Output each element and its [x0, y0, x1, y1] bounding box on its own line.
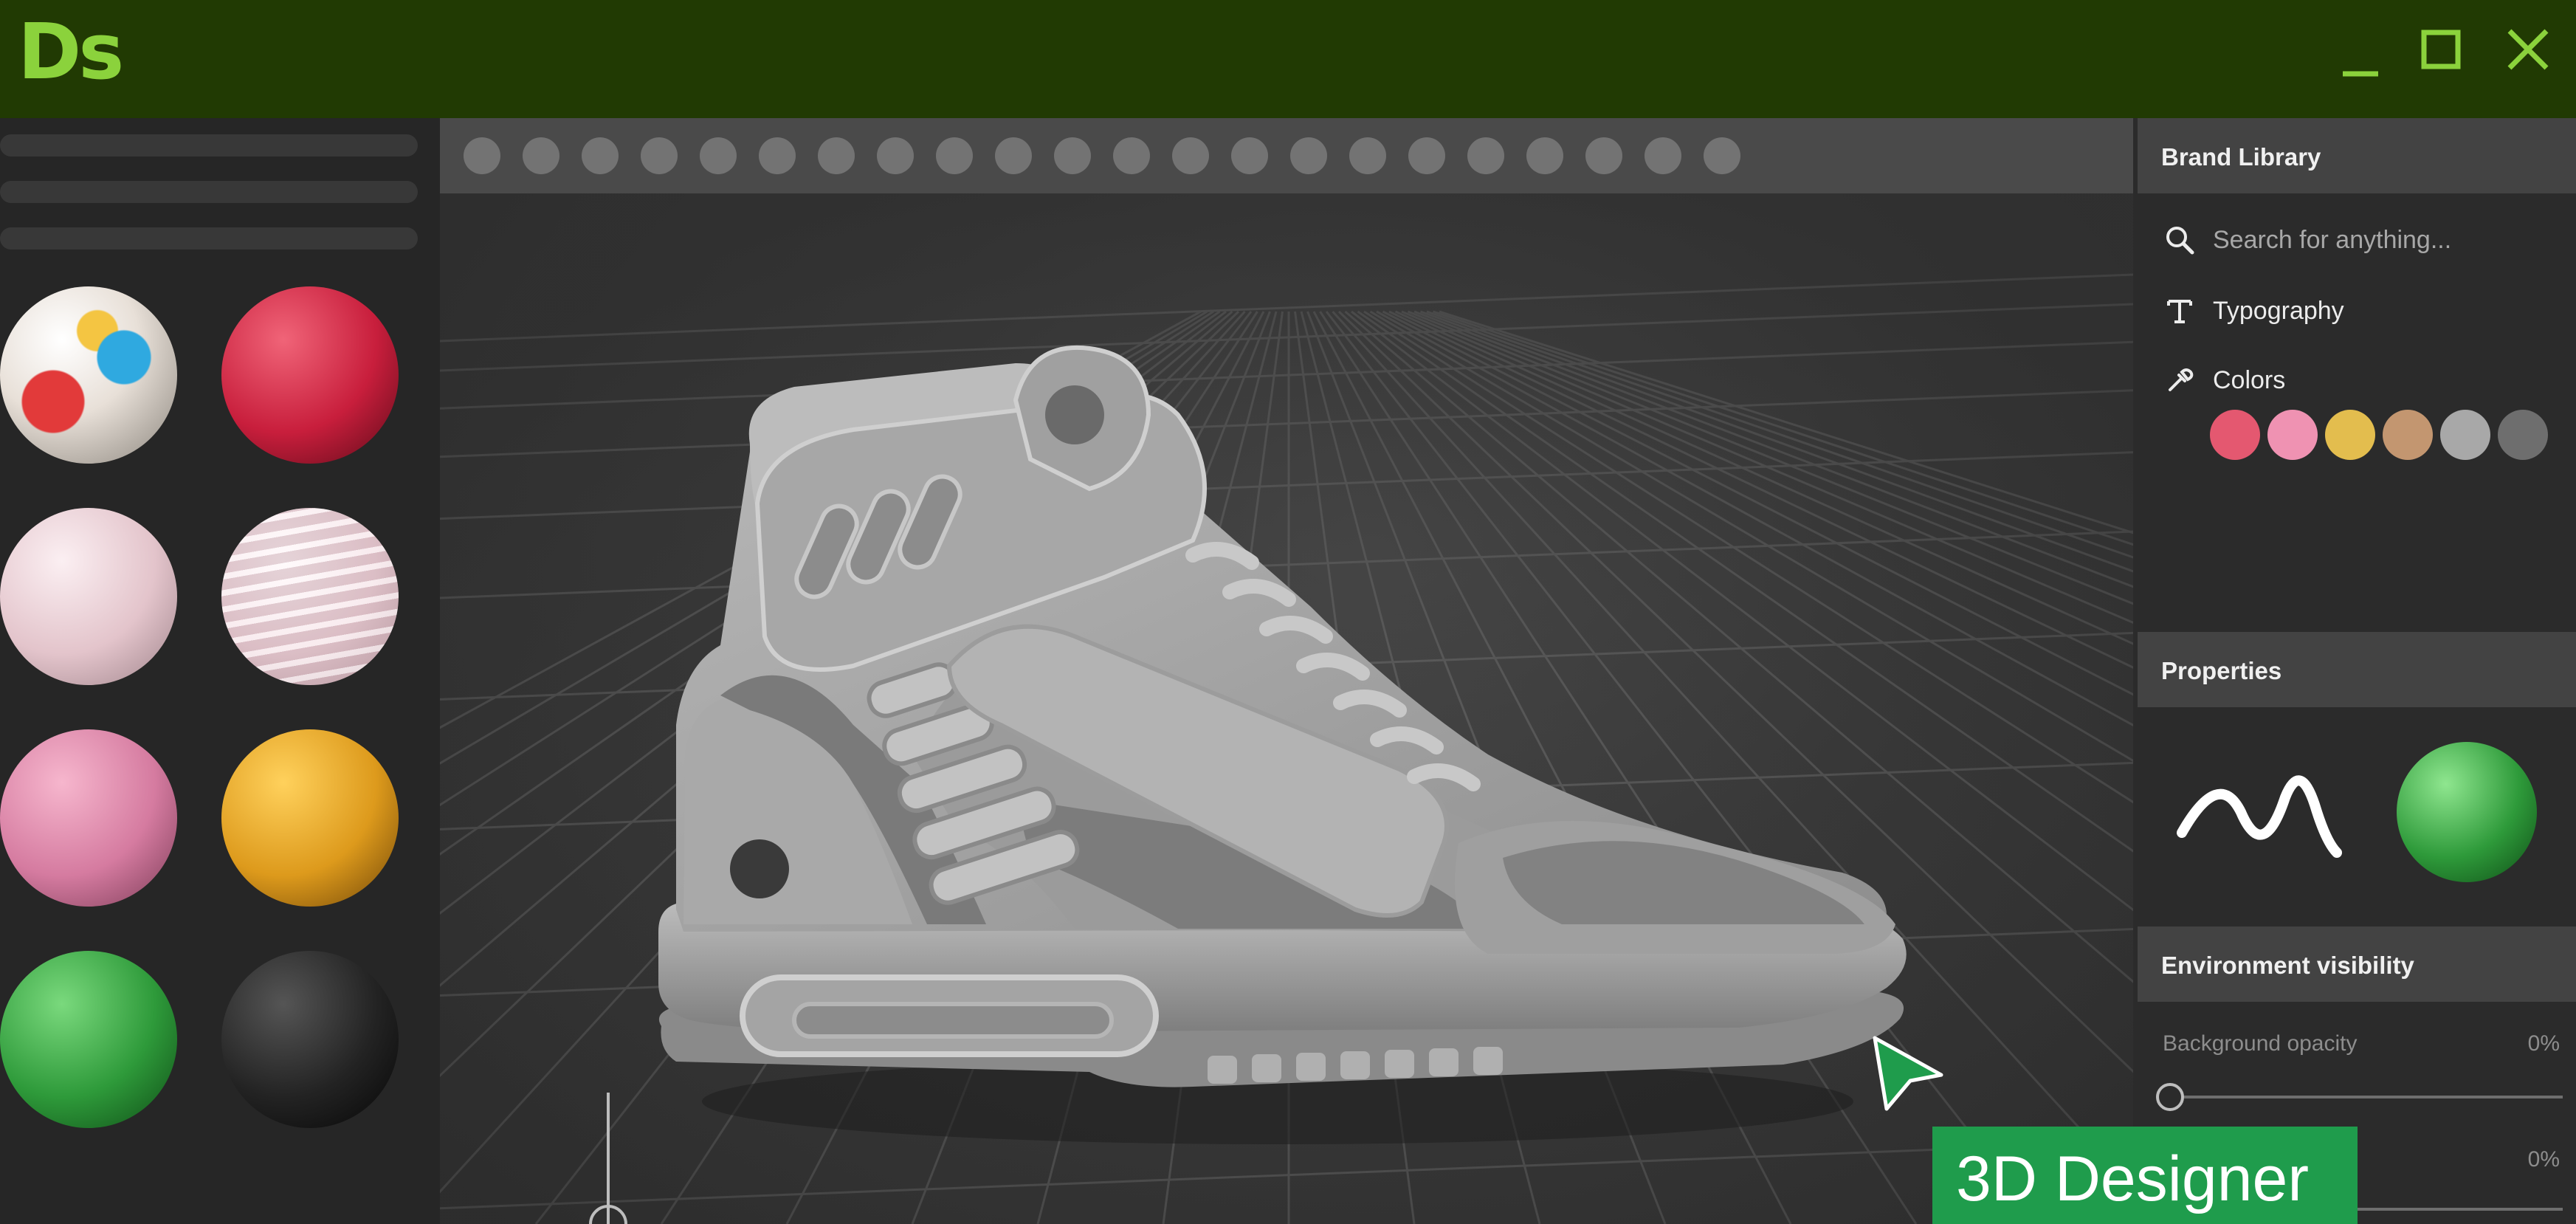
properties-header: Properties — [2138, 632, 2576, 707]
green-material[interactable] — [0, 951, 177, 1128]
close-icon — [2507, 29, 2549, 70]
black-material[interactable] — [221, 951, 399, 1128]
gold-material[interactable] — [221, 729, 399, 907]
paint-splatter-material[interactable] — [0, 286, 177, 464]
title-bar: Ds — [0, 0, 2576, 118]
color-swatch[interactable] — [2383, 410, 2433, 460]
toolbar-dot-button[interactable] — [1467, 137, 1504, 174]
second-opacity-value: 0% — [2527, 1147, 2560, 1172]
search-input[interactable] — [2213, 220, 2560, 260]
curve-preview-icon[interactable] — [2174, 753, 2344, 864]
red-material[interactable] — [221, 286, 399, 464]
toolbar-dot-button[interactable] — [1113, 137, 1150, 174]
color-swatch[interactable] — [2440, 410, 2490, 460]
toolbar-dot-button[interactable] — [1172, 137, 1209, 174]
search-icon — [2166, 227, 2194, 255]
background-opacity-slider[interactable] — [2170, 1096, 2563, 1098]
app-logo: Ds — [18, 7, 124, 97]
toolbar-dot-button[interactable] — [700, 137, 737, 174]
search-row[interactable] — [2133, 214, 2576, 266]
placeholder-bar — [0, 134, 418, 157]
environment-header: Environment visibility — [2138, 926, 2576, 1002]
colors-label: Colors — [2213, 366, 2286, 394]
toolbar-dot-button[interactable] — [1408, 137, 1445, 174]
caption-text: 3D Designer — [1956, 1144, 2309, 1214]
color-swatch[interactable] — [2498, 410, 2548, 460]
pink-material[interactable] — [0, 729, 177, 907]
placeholder-bar — [0, 227, 418, 250]
light-pink-material[interactable] — [0, 508, 177, 685]
colors-item[interactable]: Colors — [2133, 354, 2576, 406]
color-swatch[interactable] — [2210, 410, 2260, 460]
viewport-toolbar — [440, 118, 2133, 193]
toolbar-dot-button[interactable] — [759, 137, 796, 174]
properties-title: Properties — [2161, 657, 2282, 684]
background-opacity-label: Background opacity — [2163, 1031, 2358, 1056]
brand-library-title: Brand Library — [2161, 143, 2321, 171]
toolbar-dot-button[interactable] — [1231, 137, 1268, 174]
toolbar-dot-button[interactable] — [1290, 137, 1327, 174]
maximize-icon — [2421, 30, 2461, 69]
toolbar-dot-button[interactable] — [818, 137, 855, 174]
wavy-pink-material[interactable] — [221, 508, 399, 685]
typography-label: Typography — [2213, 297, 2344, 325]
toolbar-dot-button[interactable] — [1645, 137, 1681, 174]
maximize-button[interactable] — [2414, 22, 2480, 89]
toolbar-dot-button[interactable] — [582, 137, 619, 174]
typography-item[interactable]: Typography — [2133, 285, 2576, 337]
eyedropper-icon — [2169, 368, 2194, 391]
toolbar-dot-button[interactable] — [995, 137, 1032, 174]
pointer-cursor-icon — [1873, 1036, 1943, 1111]
toolbar-dot-button[interactable] — [464, 137, 500, 174]
toolbar-dot-button[interactable] — [1585, 137, 1622, 174]
toolbar-dot-button[interactable] — [1349, 137, 1386, 174]
toolbar-dot-button[interactable] — [523, 137, 559, 174]
background-opacity-value: 0% — [2527, 1031, 2560, 1056]
toolbar-dot-button[interactable] — [877, 137, 914, 174]
background-opacity-thumb[interactable] — [2156, 1083, 2184, 1111]
typography-icon — [2167, 300, 2192, 323]
material-preview-sphere[interactable] — [2397, 742, 2537, 882]
minimize-icon — [2343, 71, 2378, 77]
toolbar-dot-button[interactable] — [1054, 137, 1091, 174]
toolbar-dot-button[interactable] — [641, 137, 678, 174]
environment-title: Environment visibility — [2161, 952, 2414, 979]
color-swatch[interactable] — [2267, 410, 2318, 460]
toolbar-dot-button[interactable] — [936, 137, 973, 174]
placeholder-bar — [0, 181, 418, 203]
toolbar-dot-button[interactable] — [1704, 137, 1740, 174]
materials-panel — [0, 118, 440, 1224]
inspector-panel: Brand Library Typography Colors Properti… — [2133, 118, 2576, 1224]
minimize-button[interactable] — [2332, 22, 2399, 89]
caption-badge: 3D Designer — [1932, 1127, 2358, 1224]
close-button[interactable] — [2498, 22, 2564, 89]
brand-library-header: Brand Library — [2138, 118, 2576, 193]
toolbar-dot-button[interactable] — [1526, 137, 1563, 174]
color-swatch[interactable] — [2325, 410, 2375, 460]
